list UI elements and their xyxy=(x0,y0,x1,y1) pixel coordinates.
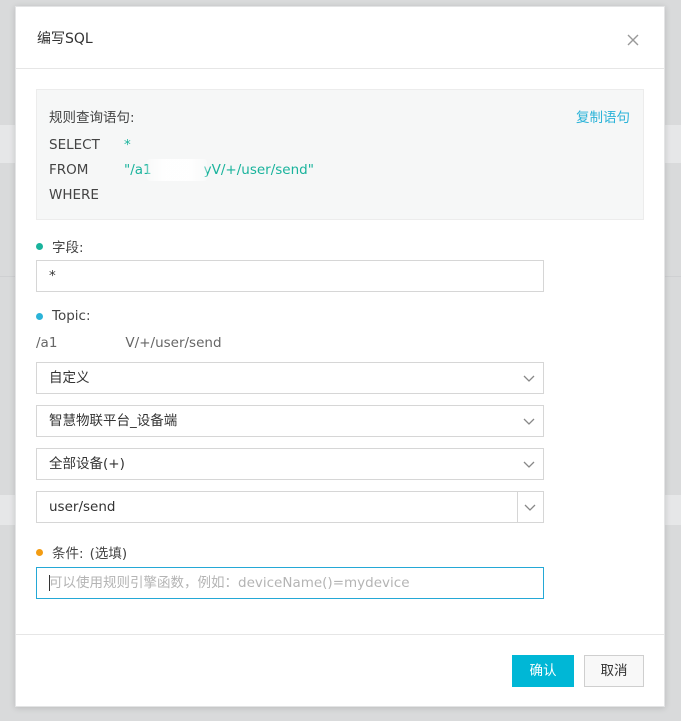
sql-select-value: * xyxy=(124,137,131,153)
sql-select-keyword: SELECT xyxy=(49,137,100,153)
product-select[interactable]: 智慧物联平台_设备端 xyxy=(36,405,544,437)
chevron-down-icon xyxy=(523,461,535,468)
confirm-button[interactable]: 确认 xyxy=(512,655,574,687)
condition-label-text: 条件: xyxy=(52,546,84,562)
sql-preview-label: 规则查询语句: xyxy=(49,110,135,126)
topic-value: user/send xyxy=(49,499,116,515)
device-select[interactable]: 全部设备(+) xyxy=(36,448,544,480)
sql-from-value-suffix: yV/+/user/send" xyxy=(203,162,314,178)
chevron-down-icon xyxy=(524,504,536,511)
sql-from-keyword: FROM xyxy=(49,162,89,178)
topic-path-suffix: V/+/user/send xyxy=(125,335,222,351)
topic-combobox[interactable]: user/send xyxy=(36,491,544,523)
dialog-title: 编写SQL xyxy=(37,31,93,47)
required-dot xyxy=(36,312,43,320)
text-caret xyxy=(49,575,50,591)
redaction-blur xyxy=(58,333,124,355)
fields-input[interactable]: * xyxy=(36,260,544,292)
optional-dot xyxy=(36,548,43,556)
condition-optional-text: (选填) xyxy=(89,546,128,562)
fields-label-text: 字段: xyxy=(52,240,84,256)
chevron-down-icon xyxy=(523,375,535,382)
topic-label-text: Topic: xyxy=(52,308,91,324)
device-value: 全部设备(+) xyxy=(49,456,125,472)
required-dot xyxy=(36,242,43,250)
chevron-down-icon xyxy=(523,418,535,425)
condition-input[interactable]: 可以使用规则引擎函数，例如：deviceName()=mydevice xyxy=(36,567,544,599)
topic-dropdown-button[interactable] xyxy=(517,492,543,522)
product-value: 智慧物联平台_设备端 xyxy=(49,413,178,429)
sql-where-keyword: WHERE xyxy=(49,187,99,203)
dialog-footer-divider xyxy=(16,634,664,635)
dialog-header: 编写SQL xyxy=(16,7,664,69)
redaction-blur xyxy=(147,159,207,181)
cancel-button[interactable]: 取消 xyxy=(584,655,644,687)
topic-path-prefix: /a1 xyxy=(36,335,58,351)
topic-type-value: 自定义 xyxy=(49,370,90,386)
condition-placeholder: 可以使用规则引擎函数，例如：deviceName()=mydevice xyxy=(49,575,410,591)
copy-statement-link[interactable]: 复制语句 xyxy=(576,106,630,126)
condition-label: 条件: (选填) xyxy=(36,542,127,562)
topic-label: Topic: xyxy=(36,308,91,324)
topic-type-select[interactable]: 自定义 xyxy=(36,362,544,394)
sql-editor-dialog: 编写SQL 规则查询语句: 复制语句 SELECT * FROM "/a1 yV/… xyxy=(15,6,665,707)
close-icon[interactable] xyxy=(626,33,640,47)
sql-preview-box: 规则查询语句: 复制语句 SELECT * FROM "/a1 yV/+/user… xyxy=(36,89,644,220)
fields-label: 字段: xyxy=(36,236,84,256)
